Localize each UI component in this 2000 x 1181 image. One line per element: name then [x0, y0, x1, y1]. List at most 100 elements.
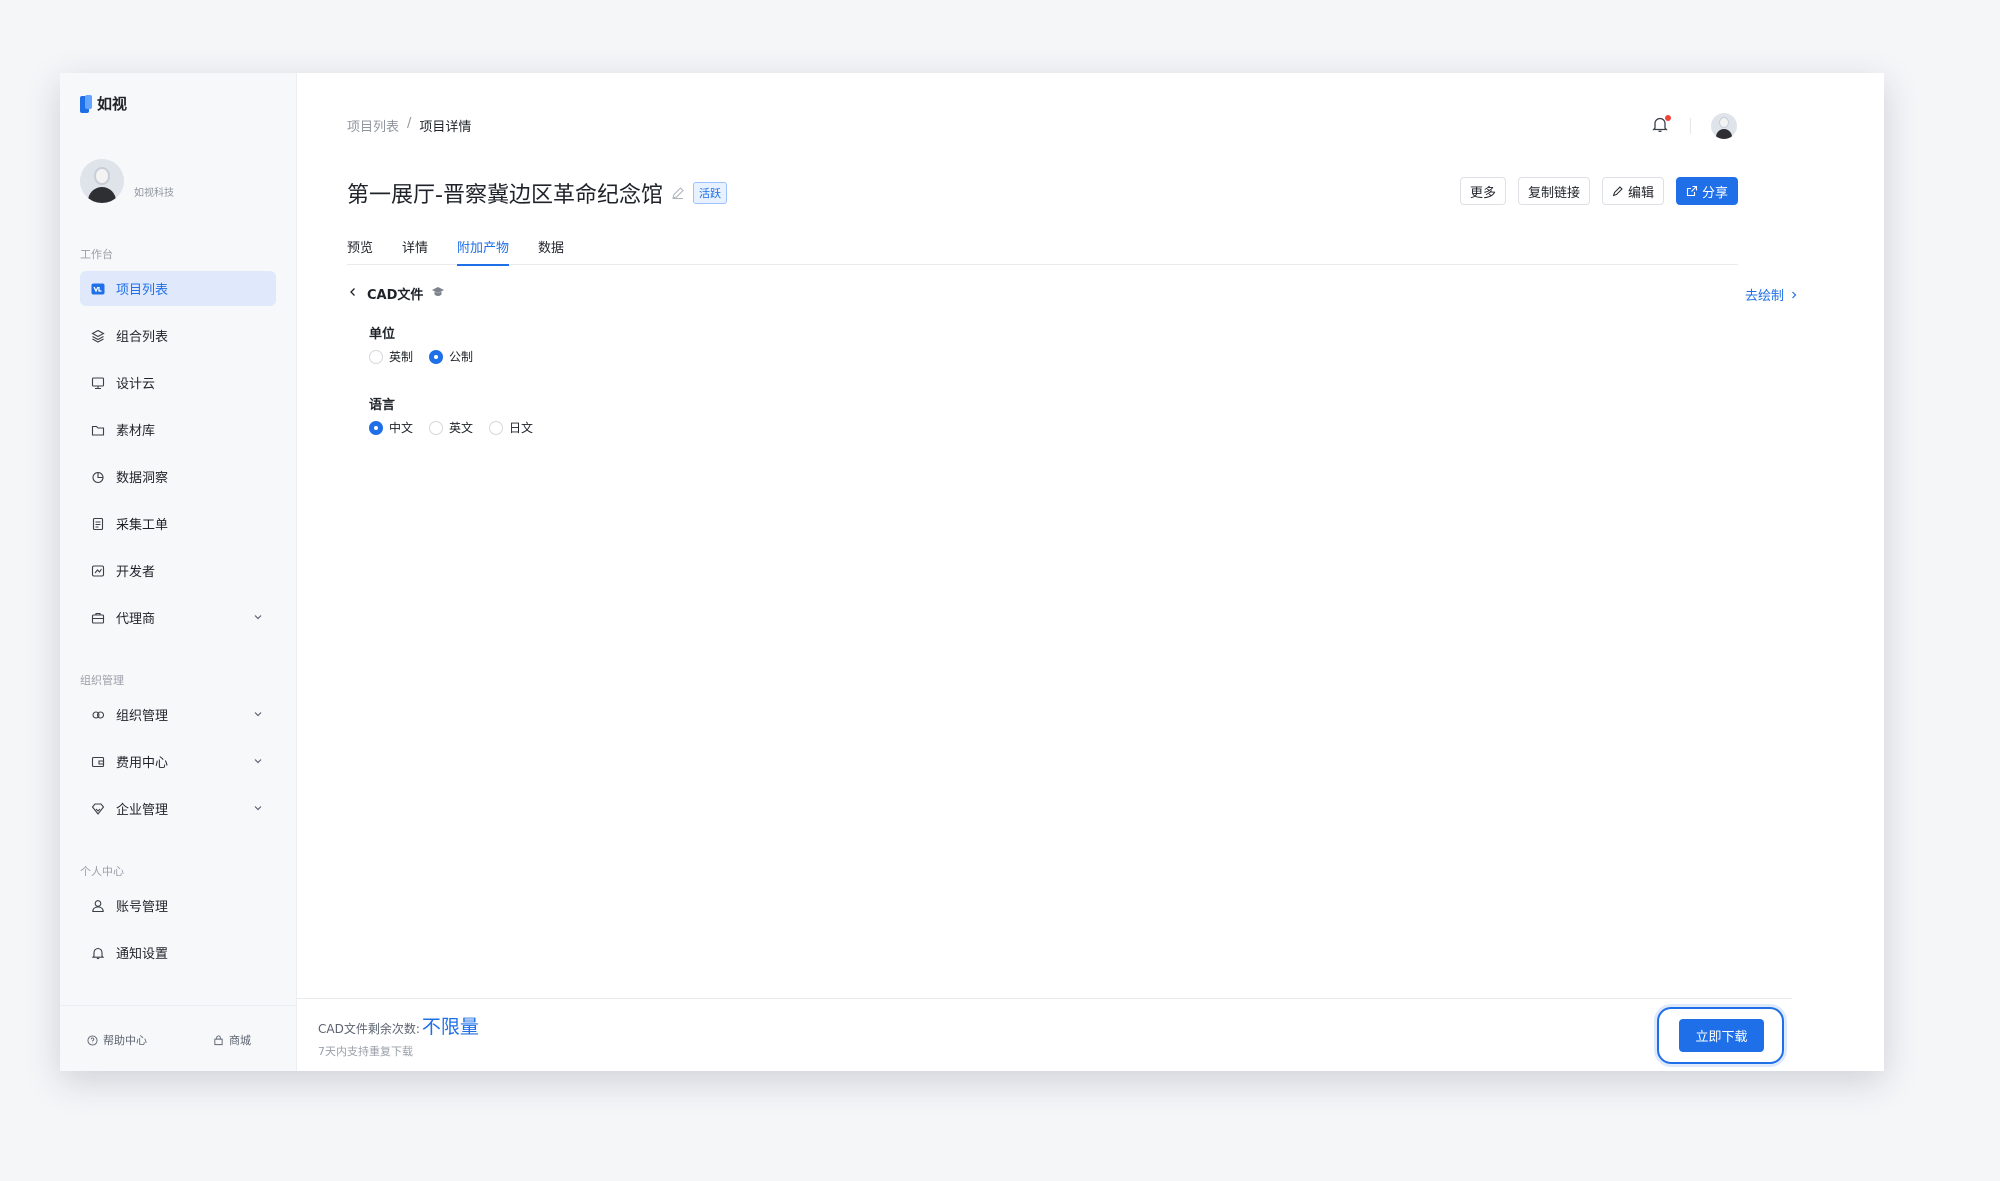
bell-icon	[90, 945, 106, 961]
shop-icon	[214, 1034, 223, 1045]
sidebar-item-materials[interactable]: 素材库	[80, 412, 276, 447]
sidebar-item-developer[interactable]: 开发者	[80, 553, 276, 588]
edit-title-icon[interactable]	[671, 186, 685, 200]
sidebar-item-label: 开发者	[116, 565, 156, 580]
quota-info: CAD文件剩余次数: 不限量	[318, 1012, 479, 1039]
layers-icon	[90, 328, 106, 344]
pie-chart-icon	[90, 469, 106, 485]
sidebar-item-org-management[interactable]: 组织管理	[80, 697, 276, 732]
share-button-label: 分享	[1701, 185, 1728, 201]
tab-additional-products[interactable]: 附加产物	[457, 231, 510, 266]
radio-circle	[369, 349, 383, 364]
page-title: 第一展厅-晋察冀边区革命纪念馆	[347, 183, 663, 208]
code-icon	[90, 563, 106, 579]
sidebar-footer: 帮助中心 商城	[60, 1005, 297, 1071]
sidebar-item-work-orders[interactable]: 采集工单	[80, 506, 276, 541]
edit-button[interactable]: 编辑	[1601, 177, 1664, 205]
chevron-down-icon[interactable]	[252, 708, 264, 724]
section-title-personal: 个人中心	[80, 865, 124, 878]
sidebar-item-label: 采集工单	[116, 518, 169, 533]
sidebar-item-label: 企业管理	[116, 803, 169, 818]
copy-link-button-label: 复制链接	[1527, 185, 1580, 201]
folder-icon	[90, 422, 106, 438]
help-icon	[87, 1034, 98, 1046]
download-button[interactable]: 立即下载	[1679, 1019, 1764, 1052]
sidebar-item-label: 费用中心	[116, 756, 169, 771]
breadcrumb-separator: /	[407, 116, 412, 131]
more-button-label: 更多	[1469, 185, 1496, 201]
shop-link[interactable]: 商城	[213, 1032, 251, 1048]
user-icon	[90, 898, 106, 914]
sidebar-item-label: 素材库	[116, 424, 156, 439]
back-chevron-icon[interactable]	[347, 286, 359, 302]
unit-radio-imperial[interactable]: 英制	[369, 348, 413, 365]
go-draw-link[interactable]: 去绘制	[1745, 285, 1799, 304]
radio-label: 公制	[449, 350, 474, 364]
user-avatar[interactable]	[1711, 113, 1737, 139]
sidebar-item-agent[interactable]: 代理商	[80, 600, 276, 635]
section-title-org-management: 组织管理	[80, 674, 124, 687]
language-radio-chinese[interactable]: 中文	[369, 419, 413, 436]
briefcase-icon	[90, 610, 106, 626]
radio-circle	[429, 420, 444, 435]
sidebar-item-label: 组合列表	[116, 330, 169, 345]
org-avatar	[80, 159, 124, 203]
status-badge: 活跃	[692, 182, 727, 204]
title-row: 第一展厅-晋察冀边区革命纪念馆 活跃	[347, 177, 727, 209]
sidebar-item-enterprise[interactable]: 企业管理	[80, 791, 276, 826]
org-info[interactable]: 如视科技	[80, 159, 174, 203]
unit-radio-metric[interactable]: 公制	[429, 348, 473, 365]
chevron-down-icon[interactable]	[252, 755, 264, 771]
document-icon	[90, 516, 106, 532]
sidebar-item-data-insight[interactable]: 数据洞察	[80, 459, 276, 494]
org-name: 如视科技	[134, 188, 174, 199]
sidebar-item-label: 代理商	[116, 612, 156, 627]
header-actions: 更多 复制链接 编辑 分享	[1459, 177, 1738, 205]
sidebar-item-project-list[interactable]: 项目列表	[80, 271, 276, 306]
org-icon	[90, 707, 106, 723]
sidebar-item-label: 项目列表	[116, 283, 169, 298]
help-center-label: 帮助中心	[103, 1034, 147, 1047]
help-center-link[interactable]: 帮助中心	[87, 1032, 147, 1048]
notification-button[interactable]	[1651, 115, 1671, 135]
sidebar-item-label: 设计云	[116, 377, 156, 392]
sidebar-item-account[interactable]: 账号管理	[80, 888, 276, 923]
main-content: 项目列表 / 项目详情 第一展厅-晋察冀边区革命纪念馆 活跃 更多 复制链接 编…	[297, 73, 1884, 1071]
breadcrumb: 项目列表 / 项目详情	[347, 116, 471, 135]
radio-label: 日文	[509, 421, 534, 435]
more-button[interactable]: 更多	[1459, 177, 1506, 205]
go-draw-label: 去绘制	[1745, 289, 1785, 304]
chevron-down-icon[interactable]	[252, 611, 264, 627]
tab-preview[interactable]: 预览	[347, 231, 373, 265]
language-radio-english[interactable]: 英文	[429, 419, 473, 436]
chevron-down-icon[interactable]	[252, 802, 264, 818]
sidebar-item-label: 数据洞察	[116, 471, 169, 486]
app-window: 如视 如视科技 工作台 项目列表 组合列表 设计云 素材库 数据洞察 采集工单 …	[60, 73, 1884, 1071]
wallet-icon	[90, 754, 106, 770]
radio-circle-selected	[429, 349, 444, 364]
brand-logo[interactable]: 如视	[80, 93, 127, 114]
project-list-icon	[90, 281, 106, 297]
notification-badge	[1665, 115, 1671, 121]
share-button[interactable]: 分享	[1675, 177, 1738, 205]
chevron-right-icon	[1792, 291, 1797, 298]
breadcrumb-parent[interactable]: 项目列表	[347, 116, 399, 135]
logo-icon	[80, 94, 92, 113]
sidebar-item-label: 组织管理	[116, 709, 169, 724]
cad-section-header: CAD文件	[347, 284, 445, 303]
sidebar: 如视 如视科技 工作台 项目列表 组合列表 设计云 素材库 数据洞察 采集工单 …	[60, 73, 297, 1071]
share-icon	[1686, 185, 1698, 197]
sidebar-item-billing[interactable]: 费用中心	[80, 744, 276, 779]
sidebar-item-group-list[interactable]: 组合列表	[80, 318, 276, 353]
tab-data[interactable]: 数据	[538, 231, 564, 265]
edit-icon	[1612, 186, 1623, 197]
tab-details[interactable]: 详情	[402, 231, 428, 265]
quota-value: 不限量	[421, 1016, 479, 1038]
cad-section-title: CAD文件	[367, 288, 424, 303]
sidebar-item-design-cloud[interactable]: 设计云	[80, 365, 276, 400]
redownload-hint: 7天内支持重复下载	[318, 1045, 413, 1058]
radio-label: 中文	[389, 421, 414, 435]
copy-link-button[interactable]: 复制链接	[1517, 177, 1590, 205]
sidebar-item-notifications[interactable]: 通知设置	[80, 935, 276, 970]
language-radio-japanese[interactable]: 日文	[489, 419, 533, 436]
